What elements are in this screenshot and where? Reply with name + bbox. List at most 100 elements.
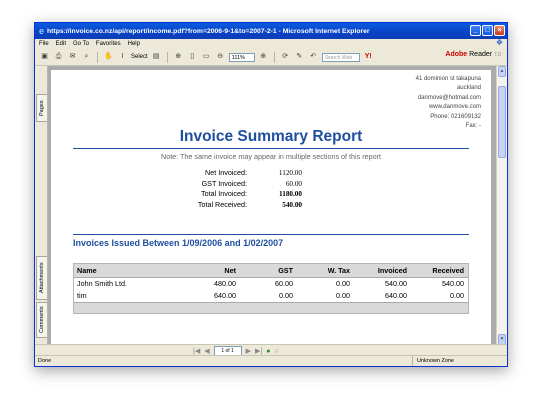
total-invoiced-value: 1180.00 xyxy=(279,190,302,198)
cell-name: tim xyxy=(77,291,87,300)
col-header-received: Received xyxy=(432,266,464,275)
adobe-version: 7.0 xyxy=(494,52,501,58)
menu-edit[interactable]: Edit xyxy=(56,41,66,47)
menu-favorites[interactable]: Favorites xyxy=(96,41,121,47)
total-invoiced-label: Total Invoiced: xyxy=(201,189,247,198)
prev-page-icon[interactable]: ◀ xyxy=(204,347,209,355)
cell-wtax: 0.00 xyxy=(336,279,350,288)
totals-row: GST Invoiced: 60.00 xyxy=(168,179,302,190)
totals-row: Total Invoiced: 1180.00 xyxy=(168,189,302,200)
cell-wtax: 0.00 xyxy=(336,291,350,300)
col-header-name: Name xyxy=(77,266,97,275)
address-line-2: auckland xyxy=(456,85,481,92)
cell-received: 540.00 xyxy=(442,279,464,288)
col-header-gst: GST xyxy=(278,266,293,275)
last-page-icon[interactable]: ▶| xyxy=(255,347,262,355)
select-tool-icon[interactable]: I xyxy=(117,51,128,63)
undo-icon[interactable]: ↶ xyxy=(308,51,319,63)
cell-gst: 0.00 xyxy=(279,291,293,300)
browser-window: e https://invoice.co.nz/api/report/incom… xyxy=(34,22,508,367)
hand-tool-icon[interactable]: ✋ xyxy=(103,51,114,63)
tab-attachments[interactable]: Attachments xyxy=(36,256,47,300)
net-invoiced-label: Net Invoiced: xyxy=(205,168,247,177)
report-title: Invoice Summary Report xyxy=(179,128,363,145)
total-received-label: Total Received: xyxy=(197,199,247,209)
go-back-icon[interactable]: ● xyxy=(266,348,270,355)
actual-size-icon[interactable]: ▯ xyxy=(187,51,198,63)
security-zone: Unknown Zone xyxy=(412,356,477,366)
vertical-scrollbar[interactable]: ▲ ▼ xyxy=(496,66,507,345)
maximize-button[interactable]: □ xyxy=(482,25,493,36)
gst-invoiced-label: GST Invoiced: xyxy=(201,178,247,188)
tab-pages[interactable]: Pages xyxy=(36,94,47,122)
title-bar: e https://invoice.co.nz/api/report/incom… xyxy=(35,23,507,39)
zoom-level-select[interactable]: 111% xyxy=(228,52,255,62)
menu-help[interactable]: Help xyxy=(128,41,140,47)
status-text: Done xyxy=(38,358,52,364)
table-row: John Smith Ltd. 480.00 60.00 0.00 540.00… xyxy=(74,278,468,290)
toolbar-separator xyxy=(166,51,168,63)
zoom-in-icon[interactable]: ⊕ xyxy=(258,51,269,63)
navigation-panel: Pages Attachments Comments xyxy=(35,66,48,345)
document-viewport[interactable]: 41 dominion st takapuna auckland danmove… xyxy=(48,66,497,345)
window-controls: _ □ × xyxy=(470,25,505,36)
invoices-table: Name Net GST W. Tax Invoiced Received Jo… xyxy=(73,263,469,314)
adobe-reader-text: Reader xyxy=(469,51,493,58)
email-icon[interactable]: ✉ xyxy=(67,51,78,63)
cell-net: 480.00 xyxy=(214,279,236,288)
toolbar-separator xyxy=(97,51,98,63)
close-button[interactable]: × xyxy=(494,25,505,36)
section-divider xyxy=(73,234,469,235)
tab-comments[interactable]: Comments xyxy=(36,302,47,338)
status-bar: Done Unknown Zone xyxy=(35,355,507,366)
print-icon[interactable]: ⎙ xyxy=(53,51,64,63)
windows-logo-icon: ❖ xyxy=(495,38,503,47)
snapshot-icon[interactable]: ▤ xyxy=(151,51,162,63)
select-tool-label[interactable]: Select xyxy=(131,54,148,60)
first-page-icon[interactable]: |◀ xyxy=(193,347,200,355)
col-header-invoiced: Invoiced xyxy=(377,266,407,275)
company-address-block: 41 dominion st takapuna auckland danmove… xyxy=(416,75,481,131)
minimize-button[interactable]: _ xyxy=(470,25,481,36)
yahoo-icon[interactable]: Y! xyxy=(363,51,374,63)
ie-icon: e xyxy=(39,26,45,36)
table-row: tim 640.00 0.00 0.00 640.00 0.00 xyxy=(74,290,468,302)
sign-icon[interactable]: ✎ xyxy=(294,51,305,63)
pdf-page: 41 dominion st takapuna auckland danmove… xyxy=(51,70,491,345)
report-note: Note: The same invoice may appear in mul… xyxy=(161,152,381,161)
title-divider xyxy=(73,148,469,149)
window-title: https://invoice.co.nz/api/report/income.… xyxy=(47,27,370,35)
save-icon[interactable]: ▣ xyxy=(39,51,50,63)
zoom-out-icon[interactable]: ⊖ xyxy=(215,51,226,63)
zoom-tool-icon[interactable]: ⊕ xyxy=(173,51,184,63)
cell-received: 0.00 xyxy=(450,291,464,300)
company-website: www.danmove.com xyxy=(428,104,481,111)
toolbar-separator xyxy=(273,51,275,63)
totals-row: Total Received: 540.00 xyxy=(168,200,302,211)
search-web-input[interactable]: Search Web xyxy=(321,52,360,62)
totals-summary: Net Invoiced: 1120.00 GST Invoiced: 60.0… xyxy=(168,168,302,210)
scroll-up-icon[interactable]: ▲ xyxy=(498,66,506,77)
rotate-icon[interactable]: ⟳ xyxy=(280,51,291,63)
section-title: Invoices Issued Between 1/09/2006 and 1/… xyxy=(73,238,284,248)
next-page-icon[interactable]: ▶ xyxy=(246,347,251,355)
gst-invoiced-value: 60.00 xyxy=(285,179,302,188)
col-header-wtax: W. Tax xyxy=(327,266,350,275)
find-icon[interactable]: ⌕ xyxy=(81,51,92,63)
net-invoiced-value: 1120.00 xyxy=(278,169,302,177)
totals-row: Net Invoiced: 1120.00 xyxy=(168,168,302,179)
cell-gst: 60.00 xyxy=(275,279,293,288)
adobe-reader-logo: Adobe Reader 7.0 xyxy=(445,51,501,58)
adobe-brand: Adobe xyxy=(445,51,468,58)
fit-page-icon[interactable]: ▭ xyxy=(201,51,212,63)
table-header: Name Net GST W. Tax Invoiced Received xyxy=(74,264,468,278)
menu-goto[interactable]: Go To xyxy=(73,41,89,47)
scroll-thumb[interactable] xyxy=(498,86,506,158)
menu-file[interactable]: File xyxy=(39,41,49,47)
company-email: danmove@hotmail.com xyxy=(417,94,481,101)
total-received-value: 540.00 xyxy=(282,200,302,209)
cell-name: John Smith Ltd. xyxy=(77,279,127,288)
col-header-net: Net xyxy=(224,266,236,275)
reader-toolbar: ▣ ⎙ ✉ ⌕ ✋ I Select ▤ ⊕ ▯ ▭ ⊖ 111% ⊕ ⟳ ✎ … xyxy=(35,49,507,66)
go-forward-icon[interactable]: ○ xyxy=(274,348,278,355)
